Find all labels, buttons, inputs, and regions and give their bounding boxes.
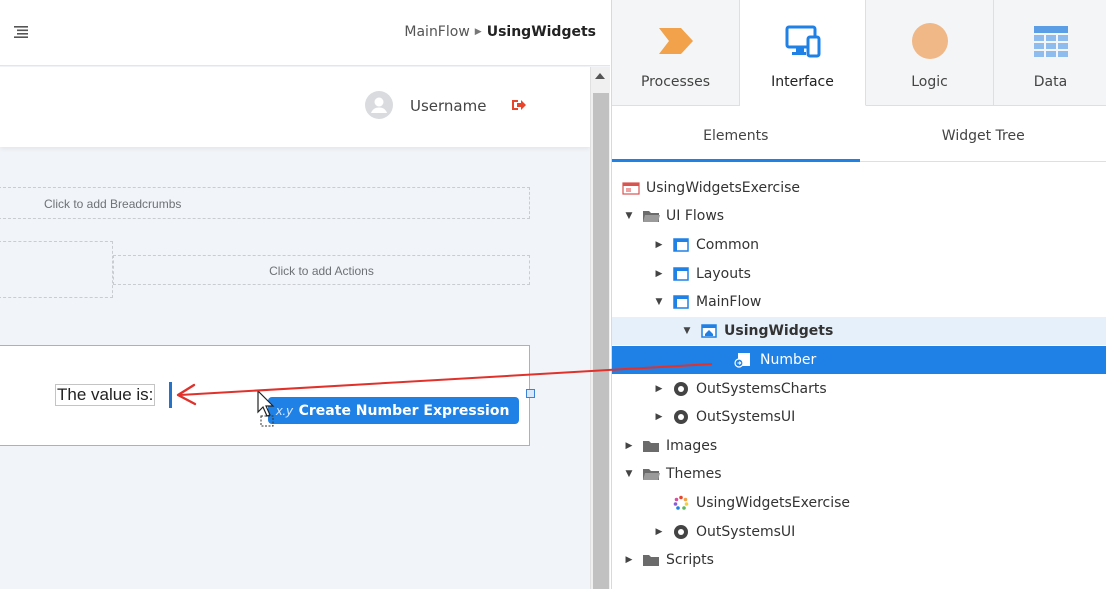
layer-panel: Processes Interface Logic Data Elements … [611, 0, 1106, 589]
tree-item-usingwidgets[interactable]: ▼ UsingWidgets [612, 317, 1106, 345]
tree-item-label: Number [760, 352, 817, 368]
folder-open-icon [643, 469, 660, 480]
scroll-thumb[interactable] [593, 93, 609, 589]
flow-icon [673, 267, 689, 281]
drop-insertion-caret [169, 382, 172, 408]
tab-data[interactable]: Data [994, 0, 1106, 106]
chevron-right-icon[interactable]: ▶ [652, 267, 666, 281]
tree-item-label: UsingWidgets [724, 323, 834, 339]
canvas-toolbar: MainFlow ▶ UsingWidgets [0, 0, 610, 66]
canvas-scrollbar[interactable] [590, 67, 610, 589]
user-header: Username [0, 67, 590, 147]
panel-sub-tabs: Elements Widget Tree [612, 106, 1106, 162]
tree-item-outsystemscharts[interactable]: ▶ OutSystemsCharts [612, 375, 1106, 403]
flow-icon [673, 295, 689, 309]
logout-icon[interactable] [511, 97, 527, 113]
chevron-right-icon[interactable]: ▶ [622, 553, 636, 567]
tree-item-outsystemsui[interactable]: ▶ OutSystemsUI [612, 403, 1106, 431]
chevron-down-icon[interactable]: ▼ [622, 209, 636, 223]
tree-item-label: OutSystemsCharts [696, 381, 827, 397]
tree-item-mainflow[interactable]: ▼ MainFlow [612, 288, 1106, 316]
scroll-up-icon[interactable] [595, 73, 605, 79]
tree-item-label: UI Flows [666, 208, 725, 224]
chevron-right-icon[interactable]: ▶ [622, 439, 636, 453]
tab-logic[interactable]: Logic [866, 0, 994, 106]
title-placeholder[interactable] [0, 241, 113, 298]
tree-item-outsystemsui-theme[interactable]: ▶ OutSystemsUI [612, 518, 1106, 546]
resize-handle[interactable] [526, 389, 535, 398]
breadcrumb-flow[interactable]: MainFlow [404, 24, 469, 40]
logic-icon [911, 23, 948, 59]
tree-item-label: Themes [666, 466, 722, 482]
tree-item-label: Layouts [696, 266, 751, 282]
breadcrumb-separator-icon: ▶ [474, 27, 482, 37]
tree-item-label: Scripts [666, 552, 714, 568]
username-label: Username [410, 97, 487, 115]
tree-item-images[interactable]: ▶ Images [612, 432, 1106, 460]
menu-icon[interactable] [14, 26, 28, 38]
tree-item-theme[interactable]: UsingWidgetsExercise [612, 489, 1106, 517]
tree-item-label: MainFlow [696, 294, 762, 310]
processes-icon [658, 28, 693, 54]
tree-item-themes[interactable]: ▼ Themes [612, 460, 1106, 488]
theme-icon [673, 495, 689, 510]
folder-icon [643, 555, 659, 566]
tree-item-label: UsingWidgetsExercise [696, 495, 851, 511]
reference-icon [674, 410, 688, 424]
chevron-right-icon[interactable]: ▶ [652, 410, 666, 424]
flow-icon [673, 238, 689, 252]
tree-item-label: Common [696, 237, 760, 253]
tree-item-scripts[interactable]: ▶ Scripts [612, 546, 1106, 574]
tab-label: Processes [640, 74, 710, 90]
tab-elements[interactable]: Elements [612, 106, 860, 162]
tab-interface[interactable]: Interface [740, 0, 866, 106]
tab-label: Data [1033, 74, 1068, 90]
value-text-widget[interactable]: The value is: [55, 384, 156, 406]
chevron-right-icon[interactable]: ▶ [652, 525, 666, 539]
tree-item-ui-flows[interactable]: ▼ UI Flows [612, 202, 1106, 230]
tab-label: Logic [911, 74, 948, 90]
user-icon [371, 97, 387, 113]
chevron-right-icon[interactable]: ▶ [652, 238, 666, 252]
breadcrumb: MainFlow ▶ UsingWidgets [404, 24, 596, 40]
tree-item-label: OutSystemsUI [696, 524, 796, 540]
input-parameter-icon [734, 353, 750, 368]
reference-icon [674, 525, 688, 539]
actions-placeholder[interactable]: Click to add Actions [113, 255, 530, 285]
tree-item-label: UsingWidgetsExercise [646, 180, 801, 196]
tree-item-label: OutSystemsUI [696, 409, 796, 425]
folder-icon [643, 441, 659, 452]
tree-item-layouts[interactable]: ▶ Layouts [612, 260, 1106, 288]
breadcrumbs-placeholder[interactable]: Click to add Breadcrumbs [0, 187, 530, 219]
tab-widget-tree[interactable]: Widget Tree [860, 106, 1106, 161]
interface-icon [785, 25, 820, 58]
layer-tabs: Processes Interface Logic Data [612, 0, 1106, 106]
tree-item-label: Images [666, 438, 718, 454]
reference-icon [674, 382, 688, 396]
chevron-down-icon[interactable]: ▼ [622, 467, 636, 481]
tab-label: Interface [771, 74, 834, 90]
tab-processes[interactable]: Processes [612, 0, 740, 106]
chevron-down-icon[interactable]: ▼ [652, 295, 666, 309]
drag-tooltip-label: Create Number Expression [298, 402, 510, 419]
data-icon [1033, 26, 1068, 57]
chevron-down-icon[interactable]: ▼ [680, 324, 694, 338]
avatar [365, 91, 393, 119]
tree-item-module[interactable]: UsingWidgetsExercise [612, 174, 1106, 202]
drag-cursor-icon [257, 390, 275, 427]
chevron-right-icon[interactable]: ▶ [652, 382, 666, 396]
tree-item-number[interactable]: Number [612, 346, 1106, 374]
screen-canvas[interactable]: MainFlow ▶ UsingWidgets Username Click t… [0, 0, 610, 589]
breadcrumb-screen: UsingWidgets [486, 24, 596, 40]
tree-item-common[interactable]: ▶ Common [612, 231, 1106, 259]
folder-open-icon [643, 211, 660, 222]
module-icon [622, 182, 640, 195]
drag-tooltip: x.y Create Number Expression [268, 397, 520, 424]
screen-icon [701, 324, 717, 338]
